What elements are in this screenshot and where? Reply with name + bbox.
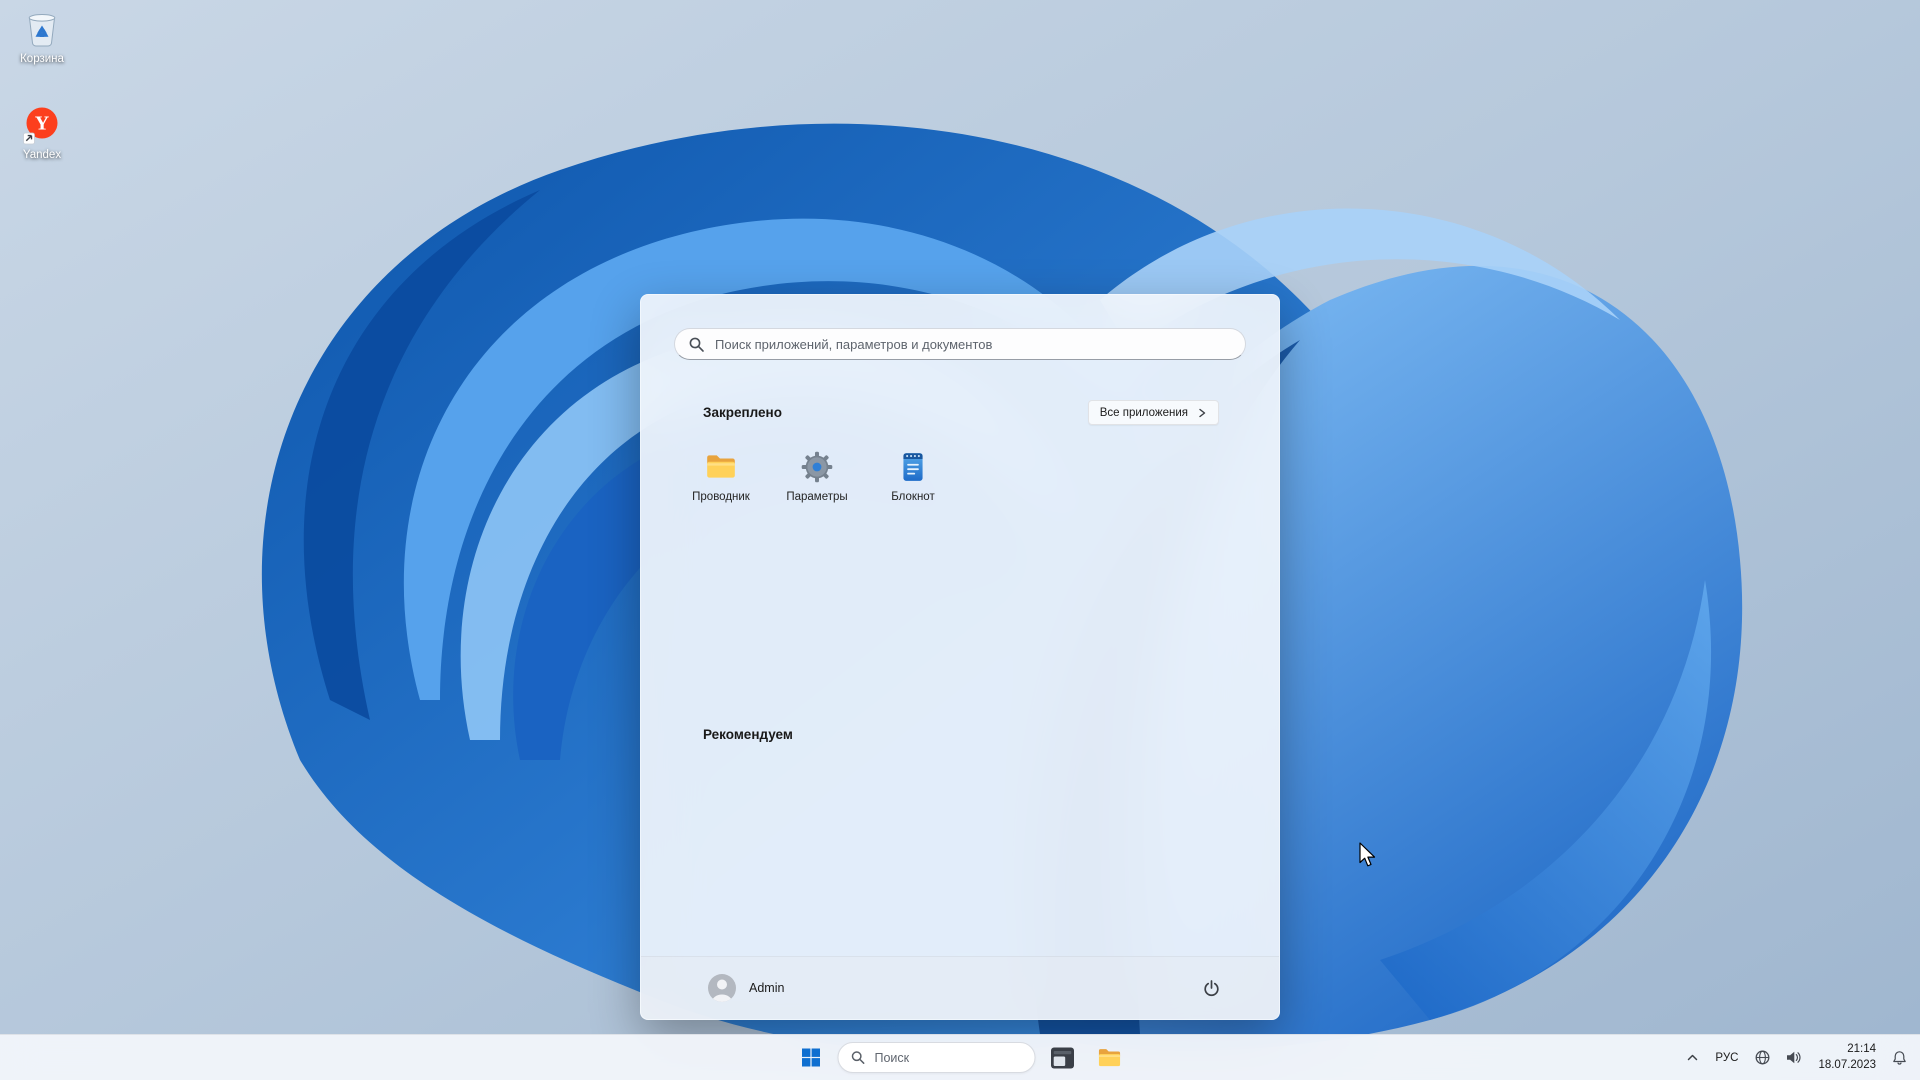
taskbar-file-explorer[interactable]: [1090, 1038, 1130, 1078]
windows-logo-icon: [801, 1048, 820, 1067]
dark-app-window-icon: [1050, 1045, 1076, 1071]
pinned-app-settings[interactable]: Параметры: [769, 440, 865, 511]
language-indicator[interactable]: РУС: [1706, 1038, 1747, 1078]
clock[interactable]: 21:14 18.07.2023: [1809, 1042, 1885, 1073]
gear-icon: [800, 450, 834, 484]
search-icon: [688, 336, 705, 353]
recycle-bin-icon: [21, 8, 63, 50]
chevron-right-icon: [1197, 408, 1207, 418]
user-name: Admin: [749, 981, 785, 995]
notification-button[interactable]: [1885, 1038, 1914, 1078]
desktop-icon-label: Yandex: [22, 149, 62, 161]
start-menu-footer: Admin: [641, 956, 1279, 1019]
taskbar-app-window[interactable]: [1043, 1038, 1083, 1078]
svg-text:Y: Y: [35, 113, 50, 135]
pinned-apps-grid: Проводник Параметры Блокнот: [673, 440, 961, 511]
start-menu: Закреплено Все приложения Проводник: [640, 294, 1280, 1020]
pinned-app-explorer[interactable]: Проводник: [673, 440, 769, 511]
pinned-app-label: Блокнот: [891, 491, 935, 503]
desktop-icon-label: Корзина: [20, 53, 64, 65]
recommended-section-header: Рекомендуем: [703, 727, 793, 742]
pinned-app-notepad[interactable]: Блокнот: [865, 440, 961, 511]
network-button[interactable]: [1747, 1038, 1778, 1078]
clock-time: 21:14: [1847, 1042, 1876, 1055]
user-avatar-icon: [707, 973, 737, 1003]
speaker-icon: [1785, 1049, 1802, 1066]
start-button[interactable]: [791, 1038, 831, 1078]
desktop-icon-yandex[interactable]: Y Yandex: [0, 104, 84, 161]
taskbar-search-input[interactable]: [874, 1050, 1023, 1065]
notepad-icon: [896, 450, 930, 484]
power-icon: [1202, 979, 1221, 998]
globe-icon: [1754, 1049, 1771, 1066]
start-search: [674, 328, 1246, 360]
search-icon: [851, 1050, 866, 1065]
taskbar: РУС 21:14 18.07.2023: [0, 1034, 1920, 1080]
chevron-up-icon: [1686, 1051, 1699, 1064]
clock-date: 18.07.2023: [1818, 1058, 1876, 1071]
folder-icon: [1097, 1045, 1123, 1071]
desktop-icon-recycle-bin[interactable]: Корзина: [0, 8, 84, 65]
volume-button[interactable]: [1778, 1038, 1809, 1078]
pinned-section-header: Закреплено: [703, 405, 782, 420]
power-button[interactable]: [1191, 968, 1231, 1008]
pinned-app-label: Параметры: [786, 491, 848, 503]
bell-icon: [1892, 1050, 1907, 1065]
folder-icon: [704, 450, 738, 484]
user-account-button[interactable]: Admin: [699, 968, 792, 1008]
pinned-app-label: Проводник: [692, 491, 750, 503]
taskbar-search[interactable]: [837, 1042, 1036, 1073]
yandex-icon: Y: [21, 104, 63, 146]
all-apps-label: Все приложения: [1099, 406, 1188, 419]
tray-overflow-button[interactable]: [1679, 1038, 1706, 1078]
all-apps-button[interactable]: Все приложения: [1087, 400, 1219, 425]
start-search-input[interactable]: [674, 328, 1246, 360]
